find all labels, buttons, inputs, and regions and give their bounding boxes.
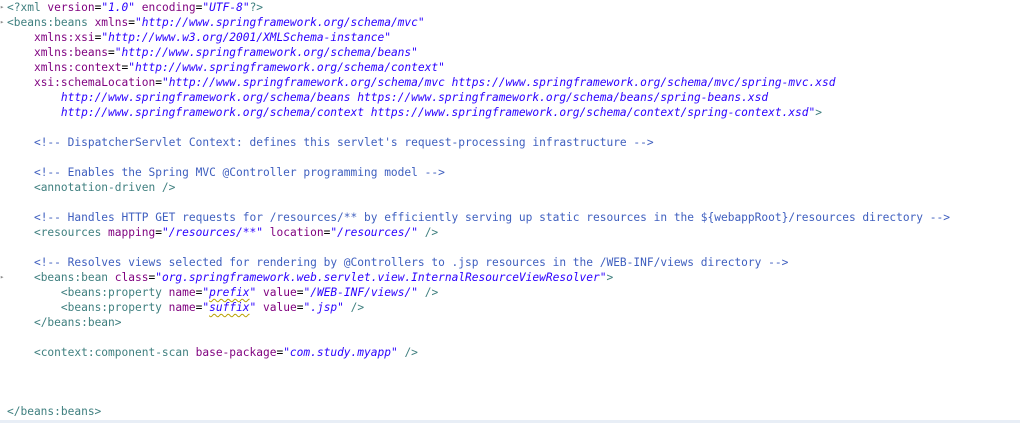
attr-value: "http://www.springframework.org/schema/c… xyxy=(128,61,445,74)
attr-name: value xyxy=(263,286,297,299)
code-line: xmlns:xsi="http://www.w3.org/2001/XMLSch… xyxy=(33,31,391,44)
attr-name: mapping xyxy=(108,226,156,239)
attr-value: "/resources/**" xyxy=(161,226,263,239)
attr-name: xmlns:context xyxy=(33,61,122,74)
attr-name: xmlns:beans xyxy=(33,46,109,59)
tag-close: /> xyxy=(343,301,365,314)
attr-value: "http://www.springframework.org/schema/m… xyxy=(161,76,836,89)
tag-open: <beans:bean xyxy=(33,271,115,284)
tag-close: > xyxy=(815,106,823,119)
attr-name: xmlns xyxy=(94,16,129,29)
tag-end: </beans:bean> xyxy=(33,316,122,329)
code-line: <?xml version="1.0" encoding="UTF-8"?> xyxy=(7,1,264,14)
annotation-driven-tag: <annotation-driven /> xyxy=(33,181,176,194)
attr-name: xmlns:xsi xyxy=(33,31,95,44)
attr-value: " xyxy=(249,286,257,299)
code-line: <!-- Handles HTTP GET requests for /reso… xyxy=(7,210,950,225)
tag-open: <beans:beans xyxy=(7,16,95,29)
tag-close: /> xyxy=(418,286,439,299)
attr-name: encoding xyxy=(141,1,196,14)
tag-close: /> xyxy=(397,346,418,359)
code-line: xmlns:beans="http://www.springframework.… xyxy=(33,46,418,59)
code-line: <beans:bean class="org.springframework.w… xyxy=(33,271,614,284)
tag-open: <beans:property xyxy=(60,301,169,314)
code-line: </beans:beans> xyxy=(7,404,101,419)
attr-name: class xyxy=(114,271,149,284)
code-line: </beans:bean> xyxy=(7,315,122,330)
fold-marker-icon[interactable]: ▸ xyxy=(0,273,6,281)
xml-comment: <!-- Handles HTTP GET requests for /reso… xyxy=(33,211,950,224)
attr-value: ".jsp" xyxy=(303,301,344,314)
code-line: <!-- Enables the Spring MVC @Controller … xyxy=(7,165,445,180)
code-line: <!-- Resolves views selected for renderi… xyxy=(7,255,788,270)
attr-name: name xyxy=(168,301,196,314)
attr-name: value xyxy=(263,301,297,314)
tag-end: </beans:beans> xyxy=(7,405,102,418)
code-line: <beans:property name="prefix" value="/WE… xyxy=(60,286,439,299)
xml-comment: <!-- Resolves views selected for renderi… xyxy=(33,256,789,269)
tag-close: > xyxy=(606,271,614,284)
spelling-warning: prefix xyxy=(209,286,250,299)
xml-comment: <!-- DispatcherServlet Context: defines … xyxy=(33,136,654,149)
attr-value: "/resources/" xyxy=(330,226,418,239)
xml-editor[interactable]: ▸ ▸ ▸ <?xml version="1.0" encoding="UTF-… xyxy=(0,0,1020,423)
attr-name: version xyxy=(47,1,95,14)
attr-value: "http://www.springframework.org/schema/m… xyxy=(135,16,425,29)
attr-value: "1.0" xyxy=(101,1,136,14)
attr-name: xsi:schemaLocation xyxy=(33,76,156,89)
code-line: <beans:property name="suffix" value=".js… xyxy=(60,301,365,314)
code-line: <beans:beans xmlns="http://www.springfra… xyxy=(7,16,425,29)
tag-open: <resources xyxy=(33,226,109,239)
code-line: http://www.springframework.org/schema/be… xyxy=(7,90,768,105)
attr-value: http://www.springframework.org/schema/co… xyxy=(60,106,816,119)
attr-value: http://www.springframework.org/schema/be… xyxy=(60,91,769,104)
attr-value: " xyxy=(249,301,257,314)
attr-value: "/WEB-INF/views/" xyxy=(303,286,418,299)
attr-value: "http://www.springframework.org/schema/b… xyxy=(114,46,418,59)
code-line: <context:component-scan base-package="co… xyxy=(33,346,418,359)
xml-declaration-close: ?> xyxy=(249,1,264,14)
attr-value: "com.study.myapp" xyxy=(283,346,398,359)
code-line: xsi:schemaLocation="http://www.springfra… xyxy=(33,76,836,89)
attr-name: name xyxy=(168,286,196,299)
attr-name: base-package xyxy=(195,346,277,359)
attr-value: "http://www.w3.org/2001/XMLSchema-instan… xyxy=(101,31,391,44)
code-line: http://www.springframework.org/schema/co… xyxy=(7,105,822,120)
fold-marker-icon[interactable]: ▸ xyxy=(0,3,6,11)
code-line: <!-- DispatcherServlet Context: defines … xyxy=(7,135,654,150)
tag-close: /> xyxy=(417,226,439,239)
spelling-warning: suffix xyxy=(209,301,250,314)
code-line: xmlns:context="http://www.springframewor… xyxy=(33,61,445,74)
tag-open: <beans:property xyxy=(60,286,169,299)
xml-declaration-open: <?xml xyxy=(7,1,48,14)
attr-name: location xyxy=(269,226,324,239)
editor-gutter: ▸ ▸ ▸ xyxy=(0,0,6,423)
tag-open: <context:component-scan xyxy=(33,346,196,359)
fold-marker-icon[interactable]: ▸ xyxy=(0,18,6,26)
code-line: <annotation-driven /> xyxy=(7,180,175,195)
attr-value: "org.springframework.web.servlet.view.In… xyxy=(155,271,607,284)
xml-comment: <!-- Enables the Spring MVC @Controller … xyxy=(33,166,445,179)
code-line: <resources mapping="/resources/**" locat… xyxy=(33,226,439,239)
attr-value: "UTF-8" xyxy=(202,1,250,14)
